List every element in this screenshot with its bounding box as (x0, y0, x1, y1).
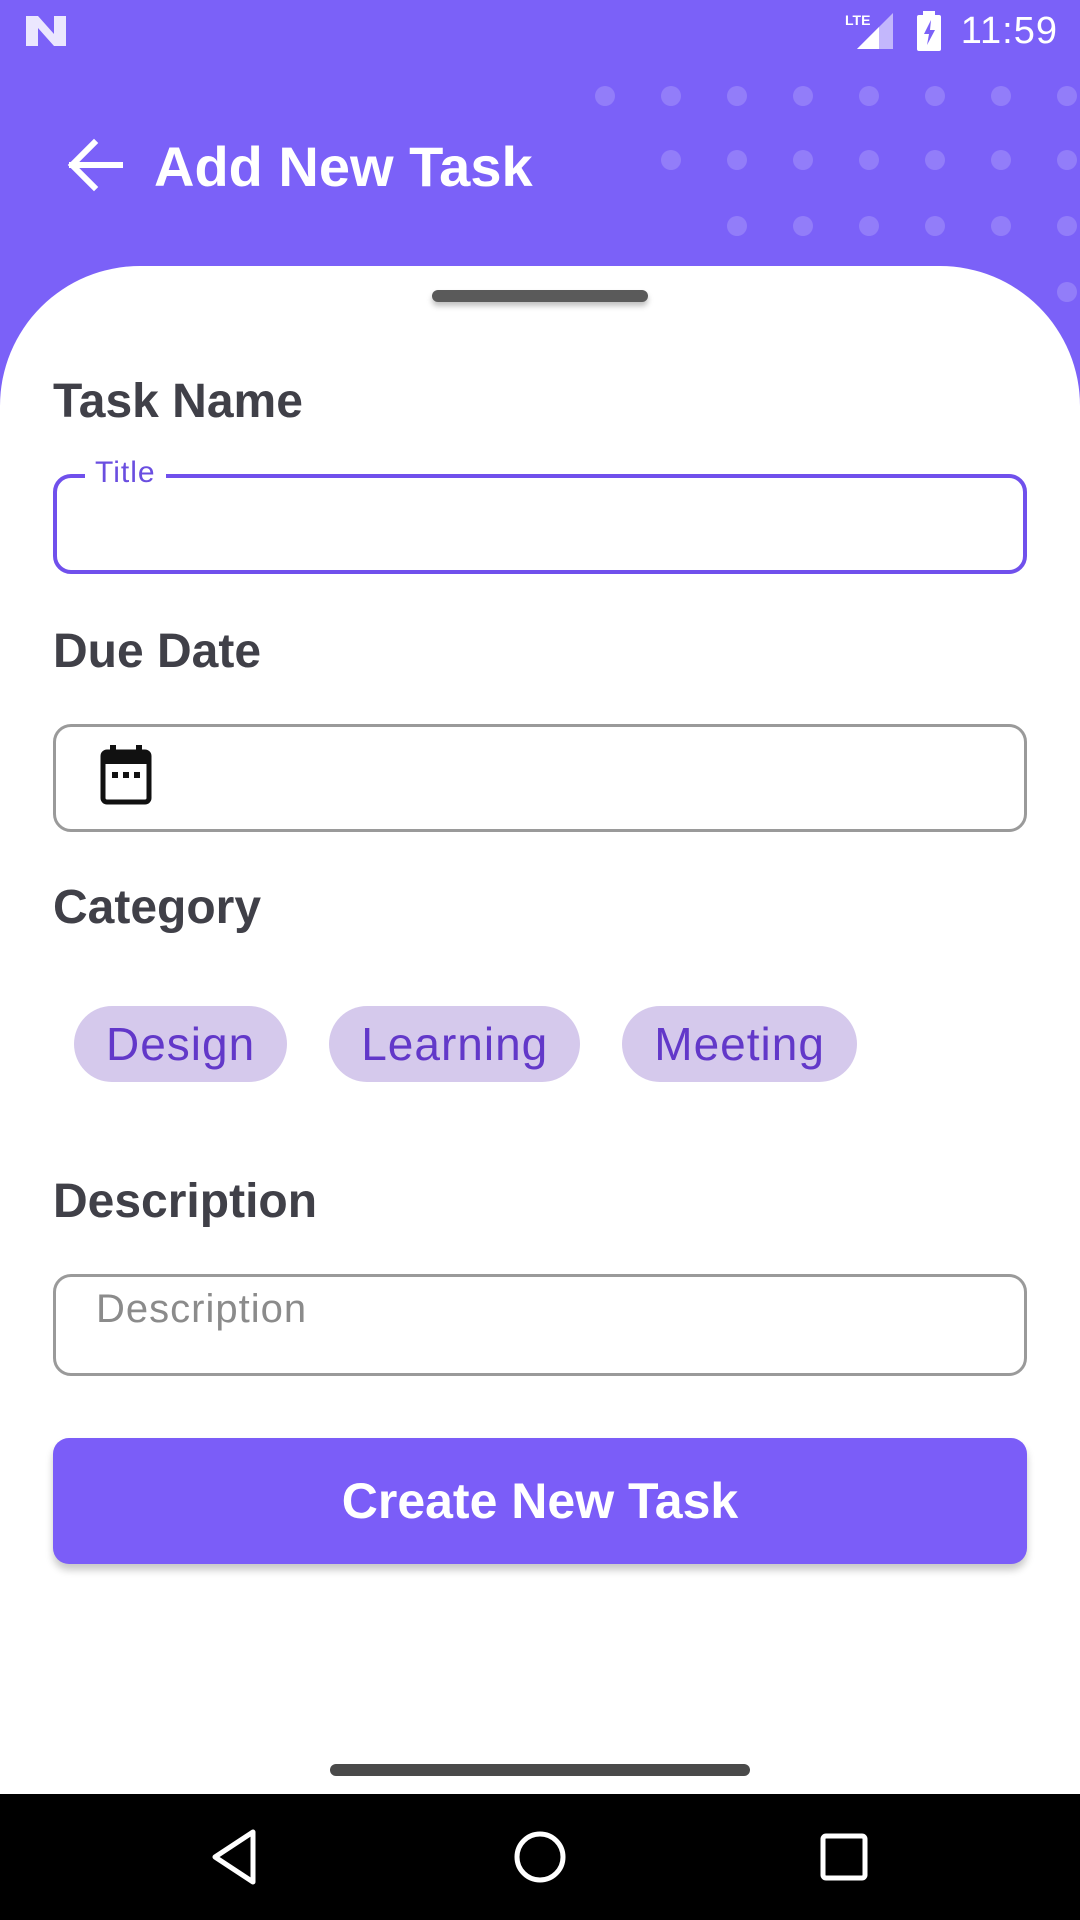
status-icons: LTE 11:59 (845, 8, 1058, 54)
page-title: Add New Task (154, 135, 533, 198)
chip-design[interactable]: Design (74, 1006, 288, 1082)
lte-signal-icon: LTE (845, 12, 893, 49)
svg-text:LTE: LTE (845, 12, 870, 28)
create-task-button[interactable]: Create New Task (53, 1438, 1027, 1564)
chip-learning[interactable]: Learning (329, 1006, 581, 1082)
task-name-label: Task Name (53, 375, 303, 428)
sheet-drag-handle[interactable] (432, 290, 648, 302)
back-button[interactable] (60, 130, 130, 200)
home-indicator (330, 1764, 750, 1776)
navigation-bar (0, 1794, 1080, 1920)
description-input[interactable]: Description (53, 1274, 1027, 1376)
arrow-left-icon (67, 138, 123, 192)
title-input[interactable]: Title (53, 456, 1027, 574)
nav-recents-icon[interactable] (811, 1824, 877, 1890)
category-label: Category (53, 881, 262, 934)
calendar-icon[interactable] (100, 745, 152, 805)
description-placeholder: Description (96, 1287, 308, 1331)
nav-home-icon[interactable] (507, 1824, 573, 1890)
due-date-input[interactable] (53, 724, 1027, 832)
title-input-label: Title (85, 456, 166, 490)
battery-charging-icon (916, 11, 941, 51)
due-date-label: Due Date (53, 625, 262, 678)
form-sheet: Task Name Title Due Date Category Design… (0, 266, 1080, 1794)
n-logo-icon (26, 16, 66, 46)
status-bar: LTE 11:59 (0, 0, 1080, 63)
chip-meeting[interactable]: Meeting (622, 1006, 857, 1082)
category-chips: Design Learning Meeting (74, 1006, 899, 1082)
status-time: 11:59 (960, 9, 1058, 52)
description-label: Description (53, 1175, 318, 1228)
nav-back-icon[interactable] (203, 1824, 269, 1890)
